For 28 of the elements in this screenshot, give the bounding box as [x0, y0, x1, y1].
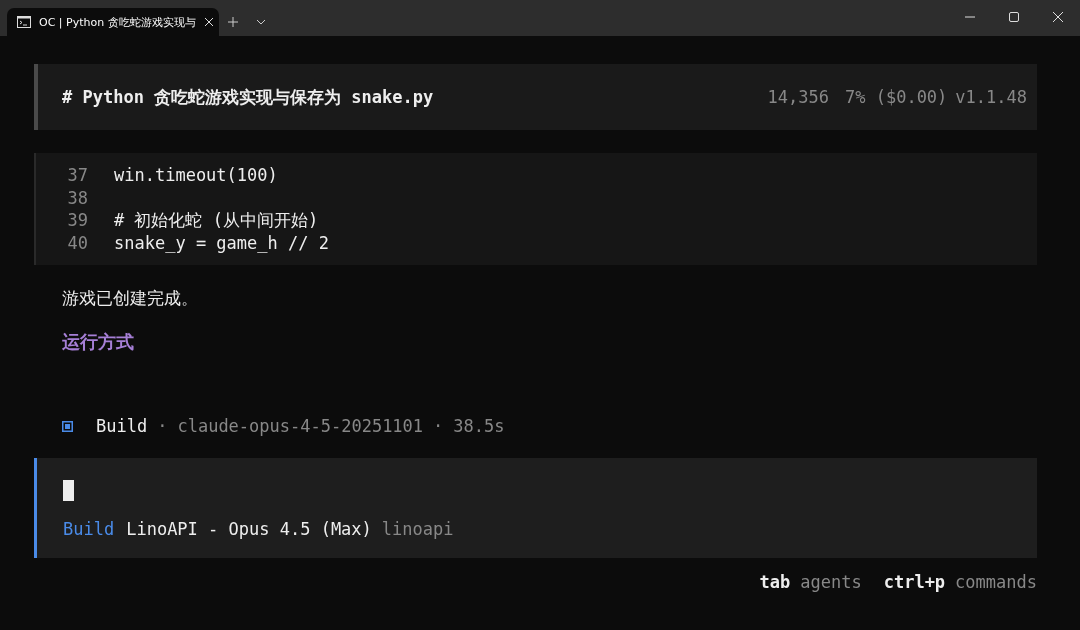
duration-label: 38.5s [453, 416, 505, 436]
shortcut-label: commands [955, 572, 1037, 592]
line-number: 39 [66, 209, 88, 232]
terminal-tab[interactable]: OC | Python 贪吃蛇游戏实现与 [7, 8, 219, 36]
section-heading: 运行方式 [62, 330, 135, 354]
shortcut-key: tab [759, 572, 791, 592]
usage-cost: 7% ($0.00) [845, 87, 948, 107]
shortcut-label: agents [800, 572, 862, 592]
model-label: LinoAPI - Opus 4.5 (Max) [126, 519, 372, 539]
model-label: claude-opus-4-5-20251101 [177, 416, 424, 436]
session-title: # Python 贪吃蛇游戏实现与保存为 snake.py [62, 85, 435, 109]
code-line: snake_y = game_h // 2 [114, 231, 329, 254]
separator-dot: · [157, 416, 168, 436]
agent-label[interactable]: Build [63, 519, 115, 539]
agent-label: Build [96, 416, 148, 436]
code-line: win.timeout(100) [114, 164, 278, 187]
message-text: 游戏已创建完成。 [62, 287, 199, 310]
line-number: 38 [66, 186, 88, 209]
line-number: 40 [66, 231, 88, 254]
version-label: v1.1.48 [955, 87, 1027, 107]
line-number: 37 [66, 164, 88, 187]
token-count: 14,356 [767, 87, 829, 107]
separator-dot: · [433, 416, 444, 436]
tab-title: OC | Python 贪吃蛇游戏实现与 [39, 14, 196, 30]
code-line: # 初始化蛇 (从中间开始) [114, 209, 319, 232]
provider-label: linoapi [381, 519, 454, 539]
prompt-input[interactable]: Build LinoAPI - Opus 4.5 (Max) linoapi [34, 458, 1037, 558]
shortcut-key: ctrl+p [883, 572, 946, 592]
